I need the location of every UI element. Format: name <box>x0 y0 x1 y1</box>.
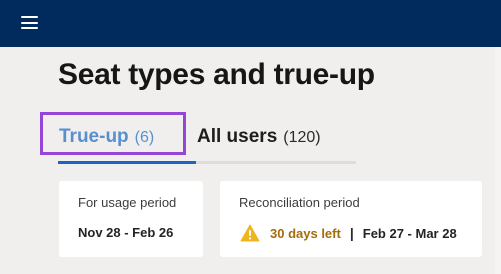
tab-true-up-count: (6) <box>134 129 155 146</box>
reconciliation-period-card: Reconciliation period 30 days left | Feb… <box>220 181 482 257</box>
reconciliation-period-value: Feb 27 - Mar 28 <box>362 225 457 241</box>
tab-bar: True-up (6) All users (120) <box>58 121 356 165</box>
separator: | <box>349 225 354 241</box>
tab-true-up-label: True-up <box>59 126 129 147</box>
hamburger-line <box>21 21 38 24</box>
days-left-text: 30 days left <box>270 225 341 241</box>
top-navigation-bar <box>0 0 501 47</box>
tab-all-users-label: All users <box>197 126 278 147</box>
reconciliation-status-row: 30 days left | Feb 27 - Mar 28 <box>240 223 457 243</box>
active-tab-indicator <box>58 161 196 164</box>
reconciliation-period-label: Reconciliation period <box>239 195 360 210</box>
page-title: Seat types and true-up <box>58 58 375 91</box>
warning-icon <box>240 224 260 242</box>
tab-all-users[interactable]: All users (120) <box>197 126 321 148</box>
hamburger-menu-icon[interactable] <box>20 14 40 32</box>
tab-all-users-count: (120) <box>283 129 321 146</box>
hamburger-line <box>21 27 38 29</box>
hamburger-line <box>21 16 38 18</box>
usage-period-card: For usage period Nov 28 - Feb 26 <box>59 181 203 257</box>
tab-true-up[interactable]: True-up (6) <box>59 126 154 148</box>
scroll-edge <box>495 47 501 274</box>
usage-period-label: For usage period <box>78 195 177 210</box>
usage-period-value: Nov 28 - Feb 26 <box>78 225 174 240</box>
